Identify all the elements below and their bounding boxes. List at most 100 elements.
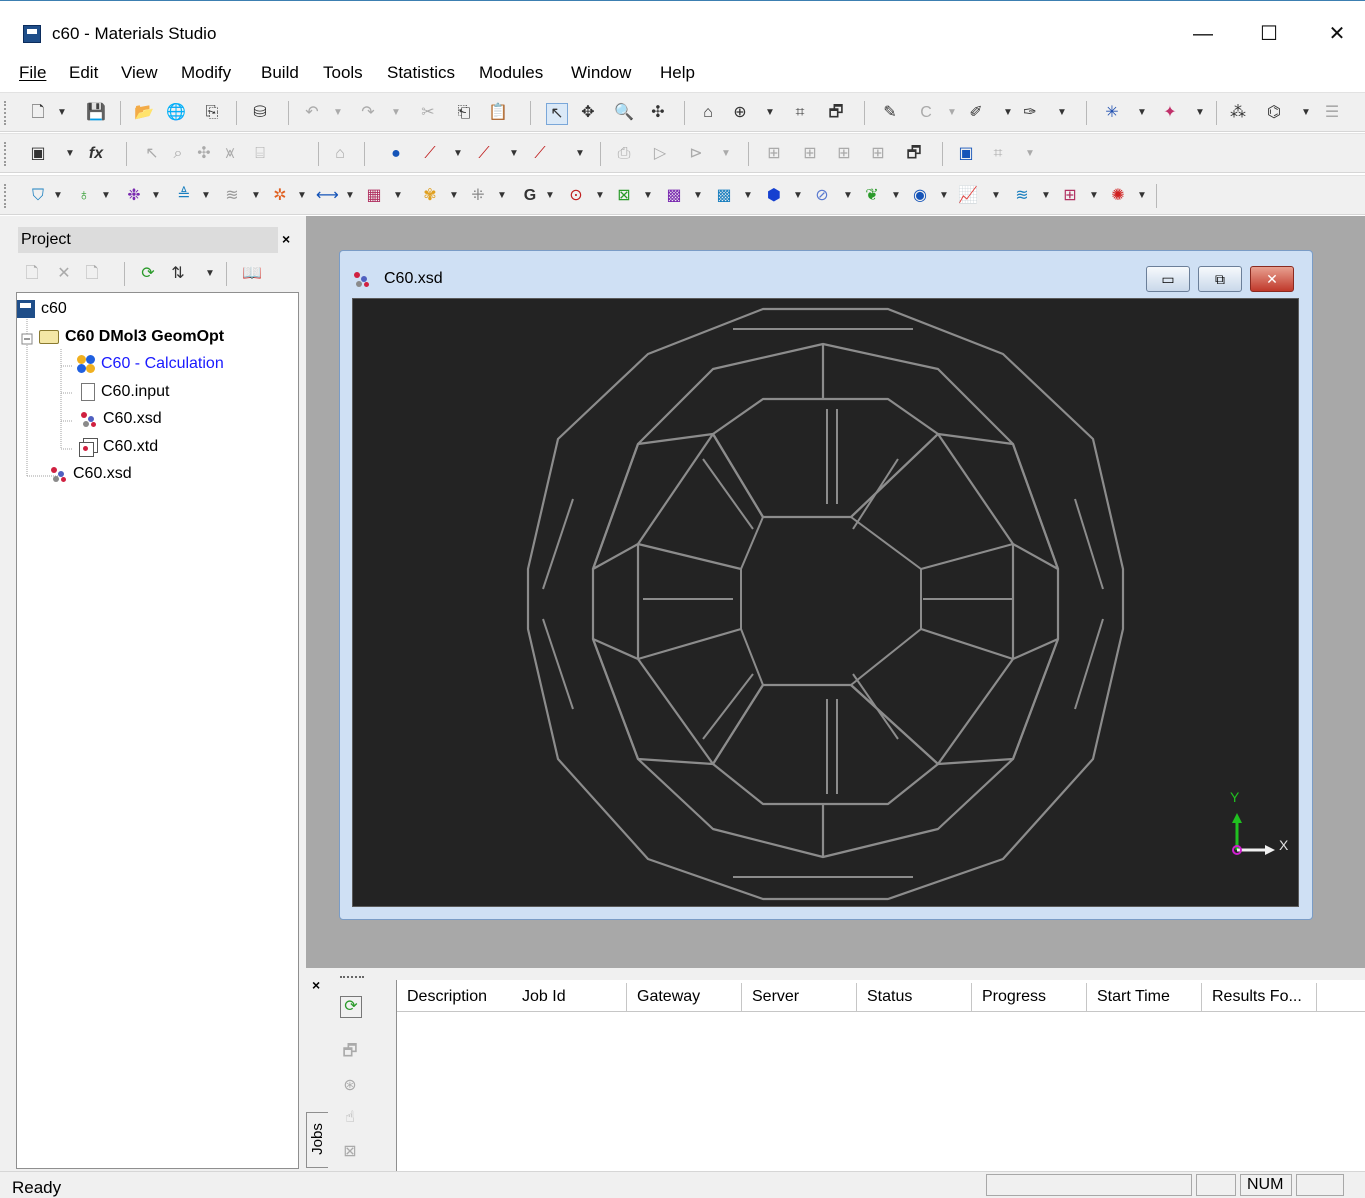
- column-results-folder[interactable]: Results Fo...: [1202, 983, 1317, 1011]
- dropdown-arrow-icon[interactable]: ▼: [1296, 103, 1316, 123]
- ring-icon[interactable]: C: [916, 103, 936, 123]
- module-conformers-icon[interactable]: ≋: [222, 186, 242, 206]
- module-analysis-icon[interactable]: 📈: [958, 186, 978, 206]
- new-folder-icon[interactable]: 🗋: [22, 264, 42, 284]
- rotate-icon[interactable]: ✥: [578, 103, 598, 123]
- dropdown-arrow-icon[interactable]: ▼: [1190, 103, 1210, 123]
- project-close-button[interactable]: ×: [282, 231, 290, 247]
- doc-close-button[interactable]: ✕: [1250, 266, 1294, 292]
- column-progress[interactable]: Progress: [972, 983, 1087, 1011]
- doc-icon[interactable]: ⎙: [614, 144, 634, 164]
- dropdown-arrow-icon[interactable]: ▼: [716, 144, 736, 164]
- dropdown-arrow-icon[interactable]: ▼: [444, 186, 464, 206]
- bond-type-icon[interactable]: ⟋: [474, 144, 494, 164]
- dropdown-arrow-icon[interactable]: ▼: [688, 186, 708, 206]
- structure-viewer[interactable]: Y X: [352, 298, 1299, 907]
- module-visualizer-icon[interactable]: ◉: [910, 186, 930, 206]
- c60-wireframe[interactable]: [353, 299, 1298, 906]
- dropdown-arrow-icon[interactable]: ▼: [1084, 186, 1104, 206]
- dropdown-arrow-icon[interactable]: ▼: [1132, 186, 1152, 206]
- menu-modify[interactable]: Modify: [181, 63, 231, 83]
- module-synthia-icon[interactable]: ⊘: [812, 186, 832, 206]
- menu-view[interactable]: View: [121, 63, 158, 83]
- tree-item-project[interactable]: c60: [17, 300, 67, 318]
- dropdown-arrow-icon[interactable]: ▼: [1036, 186, 1056, 206]
- module-forcite-icon[interactable]: ▦: [364, 186, 384, 206]
- redo-icon[interactable]: ↷: [358, 103, 378, 123]
- new-file-icon[interactable]: 🗋: [28, 103, 48, 123]
- animate-icon[interactable]: ⊳: [686, 144, 706, 164]
- dropdown-arrow-icon[interactable]: ▼: [570, 144, 590, 164]
- select-arrow-icon[interactable]: ↖: [142, 144, 162, 164]
- home-icon[interactable]: ⌂: [330, 144, 350, 164]
- grid-icon[interactable]: ⊞: [868, 144, 888, 164]
- dropdown-arrow-icon[interactable]: ▼: [292, 186, 312, 206]
- zoom-icon[interactable]: 🔍: [614, 103, 634, 123]
- dropdown-arrow-icon[interactable]: ▼: [934, 186, 954, 206]
- hydrogen-icon[interactable]: ⟋: [530, 144, 550, 164]
- refresh-icon[interactable]: ⟳: [340, 996, 362, 1018]
- column-description[interactable]: Description: [397, 983, 513, 1011]
- fit-to-screen-icon[interactable]: ⌗: [790, 103, 810, 123]
- fit-icon[interactable]: ⊕: [730, 103, 750, 123]
- export-icon[interactable]: ⎘: [202, 103, 222, 123]
- copy-icon[interactable]: ⎗: [454, 103, 474, 123]
- grid-icon[interactable]: ⊞: [764, 144, 784, 164]
- function-icon[interactable]: fx: [86, 144, 106, 164]
- paste-icon[interactable]: 📋: [488, 103, 508, 123]
- delete-icon[interactable]: ✕: [54, 264, 74, 284]
- menu-help[interactable]: Help: [660, 63, 695, 83]
- properties-icon[interactable]: 🗗: [904, 144, 924, 164]
- refresh-icon[interactable]: ⟳: [138, 264, 158, 284]
- module-reflex-icon[interactable]: ▩: [714, 186, 734, 206]
- menu-window[interactable]: Window: [571, 63, 631, 83]
- sketch-fragment-icon[interactable]: ✑: [1020, 103, 1040, 123]
- toolbar-gripper[interactable]: [4, 184, 9, 208]
- symmetry-icon[interactable]: ✳: [1102, 103, 1122, 123]
- dropdown-arrow-icon[interactable]: ▼: [146, 186, 166, 206]
- dropdown-arrow-icon[interactable]: ▼: [1020, 144, 1040, 164]
- sketch-atom-icon[interactable]: ✐: [966, 103, 986, 123]
- dropdown-arrow-icon[interactable]: ▼: [986, 186, 1006, 206]
- dropdown-arrow-icon[interactable]: ▼: [942, 103, 962, 123]
- surface-icon[interactable]: ▣: [956, 144, 976, 164]
- measure-icon[interactable]: ⌬: [1264, 103, 1284, 123]
- dropdown-arrow-icon[interactable]: ▼: [48, 186, 68, 206]
- close-button[interactable]: ✕: [1314, 18, 1360, 50]
- column-server[interactable]: Server: [742, 983, 857, 1011]
- dropdown-arrow-icon[interactable]: ▼: [60, 144, 80, 164]
- module-cluster-icon[interactable]: ✺: [1108, 186, 1128, 206]
- column-status[interactable]: Status: [857, 983, 972, 1011]
- module-qmera-icon[interactable]: ▩: [664, 186, 684, 206]
- dropdown-arrow-icon[interactable]: ▼: [504, 144, 524, 164]
- toolbar-gripper[interactable]: [4, 101, 9, 125]
- dropdown-arrow-icon[interactable]: ▼: [886, 186, 906, 206]
- dropdown-arrow-icon[interactable]: ▼: [788, 186, 808, 206]
- column-start-time[interactable]: Start Time: [1087, 983, 1202, 1011]
- display-style-icon[interactable]: 🗗: [826, 103, 846, 123]
- dropdown-arrow-icon[interactable]: ▼: [638, 186, 658, 206]
- dialog-icon[interactable]: ▣: [28, 144, 48, 164]
- graph-icon[interactable]: ⌸: [250, 144, 270, 164]
- save-icon[interactable]: 💾: [86, 103, 106, 123]
- menu-modules[interactable]: Modules: [479, 63, 543, 83]
- module-dmol3-icon[interactable]: ✲: [270, 186, 290, 206]
- label-icon[interactable]: ⁂: [1228, 103, 1248, 123]
- tree-item-xsd-root[interactable]: C60.xsd: [49, 465, 132, 483]
- dropdown-arrow-icon[interactable]: ▼: [196, 186, 216, 206]
- tree-item-input[interactable]: C60.input: [81, 383, 170, 401]
- menu-tools[interactable]: Tools: [323, 63, 363, 83]
- menu-file[interactable]: File: [19, 63, 46, 83]
- atom-selection-icon[interactable]: ✦: [1160, 103, 1180, 123]
- dropdown-arrow-icon[interactable]: ▼: [328, 103, 348, 123]
- play-icon[interactable]: ▷: [650, 144, 670, 164]
- dropdown-arrow-icon[interactable]: ▼: [96, 186, 116, 206]
- dropdown-arrow-icon[interactable]: ▼: [52, 103, 72, 123]
- module-mesocite-icon[interactable]: ⁜: [468, 186, 488, 206]
- book-icon[interactable]: 📖: [242, 264, 262, 284]
- maximize-button[interactable]: ☐: [1246, 18, 1292, 50]
- module-gulp-icon[interactable]: ✾: [420, 186, 440, 206]
- menu-build[interactable]: Build: [261, 63, 299, 83]
- sort-icon[interactable]: ⇅: [168, 264, 188, 284]
- module-polymorph-icon[interactable]: ⊠: [614, 186, 634, 206]
